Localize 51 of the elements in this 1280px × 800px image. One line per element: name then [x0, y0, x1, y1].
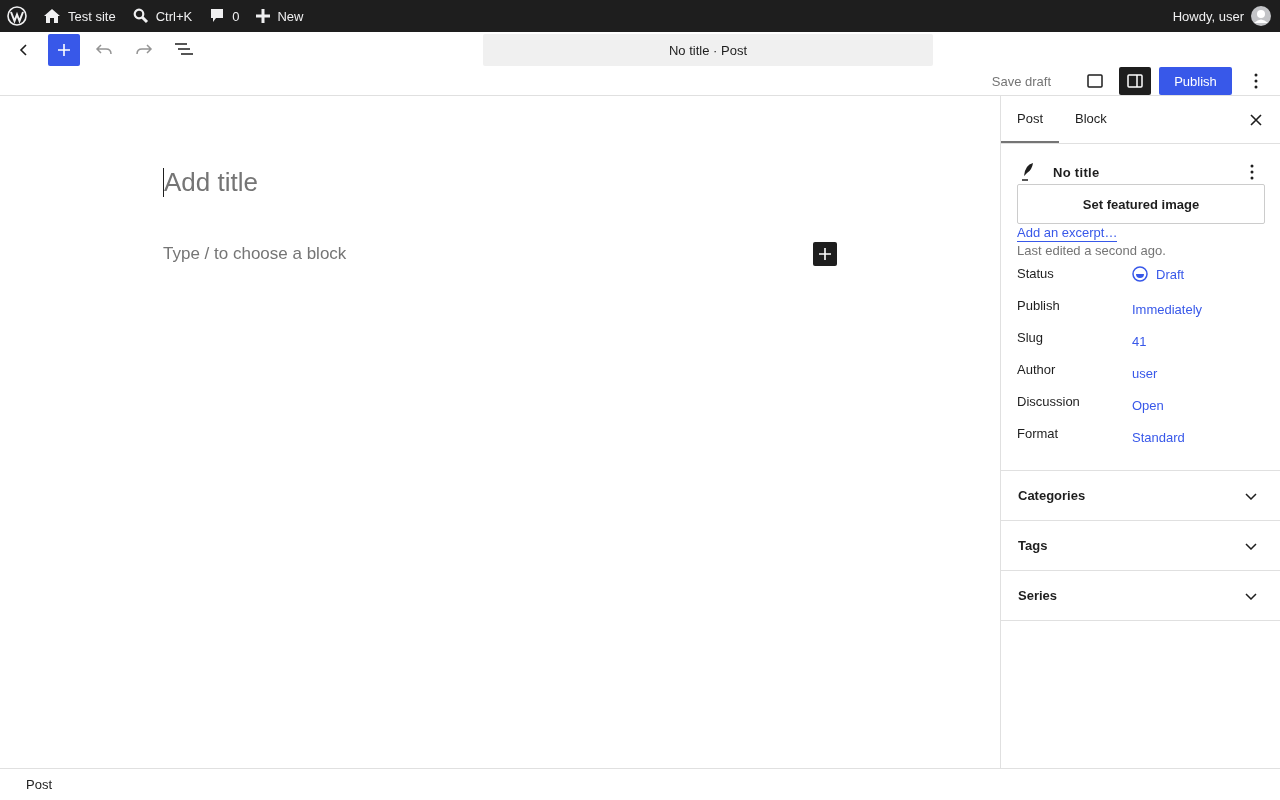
- publish-button[interactable]: Publish: [1159, 67, 1232, 95]
- new-link[interactable]: New: [256, 8, 304, 24]
- field-value-link[interactable]: Immediately: [1132, 294, 1203, 317]
- field-label: Discussion: [1017, 393, 1081, 409]
- panel-header[interactable]: Series: [1001, 571, 1280, 621]
- logo-icon[interactable]: [7, 6, 27, 26]
- account-link[interactable]: Howdy, user: [1172, 6, 1271, 26]
- post-title: No title: [1053, 164, 1100, 180]
- status-link[interactable]: Draft: [1132, 262, 1185, 282]
- avatar-icon: [1251, 6, 1271, 26]
- field-label: Status: [1017, 265, 1055, 281]
- last-edited-text: Last edited a second ago.: [1017, 243, 1167, 258]
- dots-icon: [1250, 164, 1254, 180]
- panel-header[interactable]: Tags: [1001, 521, 1280, 571]
- plus-icon: [56, 42, 72, 58]
- field-value-link[interactable]: 41: [1132, 326, 1147, 349]
- site-link[interactable]: Test site: [43, 7, 116, 25]
- field-value-link[interactable]: Open: [1132, 390, 1164, 413]
- field-label: Publish: [1017, 297, 1061, 313]
- title-field[interactable]: Add title: [163, 166, 837, 198]
- document-title-bar[interactable]: No title · Post: [483, 34, 933, 66]
- dots-icon: [1254, 73, 1258, 89]
- close-icon: [1250, 113, 1262, 126]
- breadcrumb[interactable]: Post: [26, 777, 52, 792]
- field-label: Author: [1017, 361, 1057, 377]
- home-icon: [43, 7, 61, 25]
- panel-header[interactable]: Categories: [1001, 471, 1280, 521]
- sidebar-icon: [1126, 72, 1144, 90]
- field-value-link[interactable]: user: [1132, 358, 1158, 381]
- excerpt-link[interactable]: Add an excerpt…: [1017, 225, 1118, 242]
- list-icon: [174, 42, 194, 58]
- plus-icon: [818, 247, 832, 261]
- block-inserter-button[interactable]: [813, 242, 837, 266]
- comments-link[interactable]: 0: [209, 8, 240, 24]
- screen-icon: [1086, 72, 1104, 90]
- search-icon: [132, 8, 149, 24]
- add-block-button[interactable]: [48, 34, 80, 66]
- field-value-link[interactable]: Standard: [1132, 422, 1185, 445]
- half-circle-icon: [1132, 266, 1148, 282]
- search-link[interactable]: Ctrl+K: [132, 8, 193, 24]
- comment-icon: [209, 8, 226, 24]
- block-placeholder[interactable]: Type / to choose a block: [163, 244, 347, 264]
- sidebar-tab[interactable]: Block: [1059, 96, 1123, 143]
- field-label: Slug: [1017, 329, 1045, 345]
- sidebar-tab[interactable]: Post: [1001, 96, 1059, 143]
- feather-icon: [1021, 162, 1035, 182]
- featured-image-button[interactable]: Set featured image: [1017, 184, 1265, 224]
- field-label: Format: [1017, 425, 1060, 441]
- settings-button[interactable]: [1119, 67, 1151, 95]
- plus-icon: [256, 9, 271, 23]
- save-draft-button[interactable]: Save draft: [979, 67, 1063, 95]
